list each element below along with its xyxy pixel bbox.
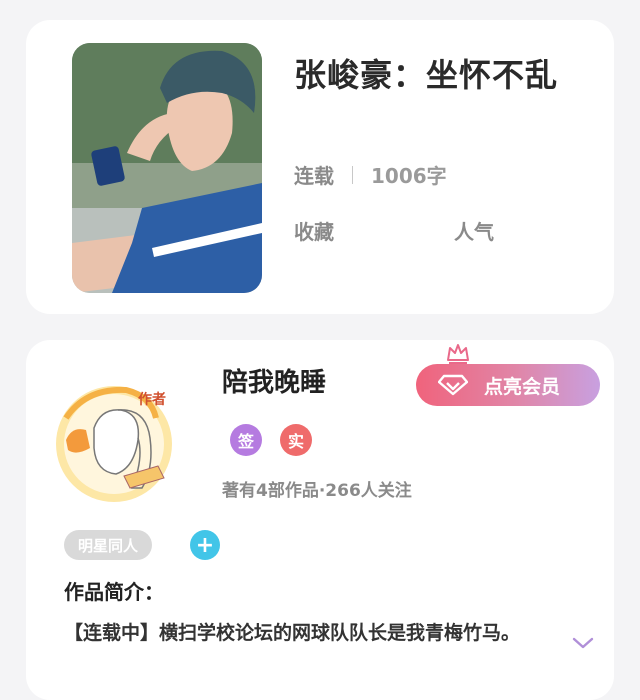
- word-count: 1006字: [371, 164, 447, 188]
- book-meta: 连载 1006字: [294, 160, 447, 189]
- meta-divider: [352, 165, 353, 184]
- avatar-caption: 作者: [138, 391, 166, 408]
- author-stats: 著有4部作品·266人关注: [222, 481, 412, 501]
- crown-icon: [447, 344, 469, 364]
- vip-button-label: 点亮会员: [484, 375, 561, 398]
- book-info-card: 张峻豪：坐怀不乱 连载 1006字 收藏 人气: [26, 20, 614, 314]
- vip-button[interactable]: 点亮会员: [416, 364, 600, 406]
- signed-badge[interactable]: 签: [230, 424, 262, 456]
- intro-title: 作品简介：: [64, 580, 164, 604]
- intro-text: 【连载中】横扫学校论坛的网球队队长是我青梅竹马。: [64, 622, 521, 644]
- book-cover-image: [72, 43, 262, 293]
- popularity-label: 人气: [454, 220, 494, 244]
- serial-status: 连载: [294, 164, 334, 188]
- add-tag-button[interactable]: +: [190, 530, 220, 560]
- book-cover[interactable]: [72, 43, 262, 293]
- author-name[interactable]: 陪我晚睡: [222, 362, 326, 399]
- author-card: 作者 陪我晚睡 点亮会员 签 实 著有4部作品·266人关注 明星同人 + 作品…: [26, 340, 614, 700]
- diamond-icon: [438, 374, 468, 396]
- book-stats: 收藏 人气: [294, 216, 494, 245]
- book-title: 张峻豪：坐怀不乱: [294, 56, 559, 94]
- collect-label: 收藏: [294, 220, 334, 244]
- chevron-down-icon[interactable]: [572, 636, 594, 650]
- tag-item[interactable]: 明星同人: [64, 530, 153, 560]
- author-badges: 签 实: [230, 424, 312, 456]
- author-avatar[interactable]: 作者: [46, 378, 182, 504]
- verified-badge[interactable]: 实: [280, 424, 312, 456]
